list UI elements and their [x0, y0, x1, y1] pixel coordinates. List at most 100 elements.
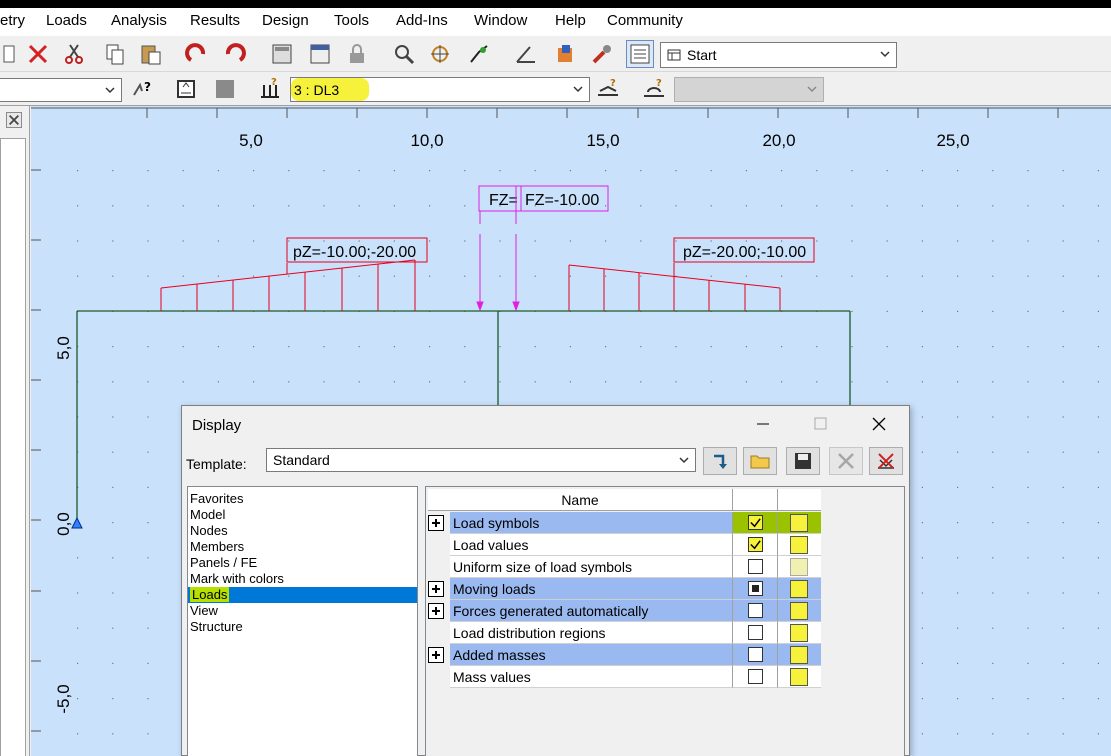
category-panels-fe[interactable]: Panels / FE	[188, 555, 417, 571]
grid-dot	[147, 733, 149, 735]
forces-generated-checkbox[interactable]	[748, 603, 763, 618]
table-icon[interactable]	[306, 40, 334, 68]
zoom-target-icon[interactable]	[426, 40, 454, 68]
grid-dot	[77, 170, 79, 172]
lock-icon[interactable]	[343, 40, 371, 68]
menu-analysis[interactable]: Analysis	[111, 12, 167, 29]
expand-icon[interactable]	[428, 647, 444, 663]
grid-dot	[1097, 310, 1099, 312]
category-loads[interactable]: Loads	[188, 587, 417, 603]
grid-dot	[147, 381, 149, 383]
menu-results[interactable]: Results	[190, 12, 240, 29]
grid-dot	[464, 240, 466, 242]
load-distribution-checkbox[interactable]	[748, 625, 763, 640]
menu-design[interactable]: Design	[262, 12, 309, 29]
row-label: Moving loads	[450, 578, 732, 600]
grid-dot	[957, 662, 959, 664]
support-icon	[71, 516, 83, 529]
grid-dot	[886, 205, 888, 207]
measure-icon[interactable]	[512, 40, 540, 68]
save-template-button[interactable]	[786, 447, 820, 475]
uniform-size-checkbox[interactable]	[748, 559, 763, 574]
menu-loads[interactable]: Loads	[46, 12, 87, 29]
menu-add-ins[interactable]: Add-Ins	[396, 12, 448, 29]
reset-template-button[interactable]	[869, 447, 903, 475]
grid-dot	[1062, 557, 1064, 559]
menu-tools[interactable]: Tools	[334, 12, 369, 29]
category-list[interactable]: Favorites Model Nodes Members Panels / F…	[187, 486, 418, 756]
view-combo[interactable]: Start	[660, 42, 897, 68]
cut-icon[interactable]	[60, 40, 88, 68]
load-symbols-checkbox[interactable]	[748, 515, 763, 530]
wrench-icon[interactable]	[588, 40, 616, 68]
open-template-button[interactable]	[743, 447, 777, 475]
grid-dot	[112, 698, 114, 700]
grid-dot	[77, 733, 79, 735]
menu-geometry[interactable]: etry	[0, 12, 25, 29]
redo-icon[interactable]	[220, 40, 248, 68]
added-masses-checkbox[interactable]	[748, 647, 763, 662]
expand-icon[interactable]	[428, 603, 444, 619]
menu-help[interactable]: Help	[555, 12, 586, 29]
paste-icon[interactable]	[137, 40, 165, 68]
grid-dot	[499, 170, 501, 172]
grid-dot	[569, 346, 571, 348]
grid-dot	[112, 240, 114, 242]
grid-dot	[217, 275, 219, 277]
load-generator-icon[interactable]: ?	[640, 75, 668, 103]
icon-cell	[777, 600, 821, 622]
zoom-icon[interactable]	[390, 40, 418, 68]
undo-icon[interactable]	[183, 40, 211, 68]
calculator-icon[interactable]	[268, 40, 296, 68]
category-view[interactable]: View	[188, 603, 417, 619]
display-properties-icon[interactable]	[626, 40, 654, 68]
navigator-tree[interactable]	[0, 138, 26, 756]
grid-dot	[921, 522, 923, 524]
close-icon[interactable]	[869, 414, 889, 434]
grid-dot	[851, 275, 853, 277]
grid-dot	[921, 275, 923, 277]
grid-dot	[393, 275, 395, 277]
grid-dot	[992, 381, 994, 383]
expand-icon[interactable]	[428, 515, 444, 531]
grid-dot	[675, 170, 677, 172]
load-case-icon[interactable]	[172, 75, 200, 103]
menu-community[interactable]: Community	[607, 12, 683, 29]
hand-question-icon[interactable]: ?	[128, 75, 156, 103]
grid-dot	[605, 205, 607, 207]
category-mark-with-colors[interactable]: Mark with colors	[188, 571, 417, 587]
load-info-icon[interactable]: ?	[256, 75, 284, 103]
category-favorites[interactable]: Favorites	[188, 491, 417, 507]
category-nodes[interactable]: Nodes	[188, 523, 417, 539]
load-values-checkbox[interactable]	[748, 537, 763, 552]
grid-dot	[393, 381, 395, 383]
grid-dot	[1097, 662, 1099, 664]
menu-window[interactable]: Window	[474, 12, 527, 29]
category-structure[interactable]: Structure	[188, 619, 417, 635]
apply-template-button[interactable]	[703, 447, 737, 475]
select-icon[interactable]	[465, 40, 493, 68]
close-icon[interactable]	[6, 112, 22, 128]
load-case-combo[interactable]: 3 : DL3	[290, 77, 590, 102]
grid-dot	[781, 205, 783, 207]
render-icon[interactable]	[551, 40, 579, 68]
check-cell	[732, 644, 777, 666]
moving-loads-checkbox[interactable]	[748, 581, 763, 596]
grid-dot	[77, 627, 79, 629]
nodal-loads	[476, 211, 520, 312]
grid-dot	[1062, 733, 1064, 735]
left-combo[interactable]	[0, 78, 122, 102]
category-members[interactable]: Members	[188, 539, 417, 555]
expand-icon[interactable]	[428, 581, 444, 597]
template-combo[interactable]: Standard	[266, 448, 696, 472]
copy-icon[interactable]	[101, 40, 129, 68]
grid-dot	[605, 170, 607, 172]
category-model[interactable]: Model	[188, 507, 417, 523]
x-tick-label: 25,0	[936, 131, 969, 150]
chevron-down-icon	[105, 87, 115, 94]
mass-values-checkbox[interactable]	[748, 669, 763, 684]
minimize-icon[interactable]	[753, 414, 773, 434]
delete-icon[interactable]	[24, 40, 52, 68]
grid-dot	[640, 240, 642, 242]
load-wizard-icon[interactable]: ?	[594, 75, 622, 103]
